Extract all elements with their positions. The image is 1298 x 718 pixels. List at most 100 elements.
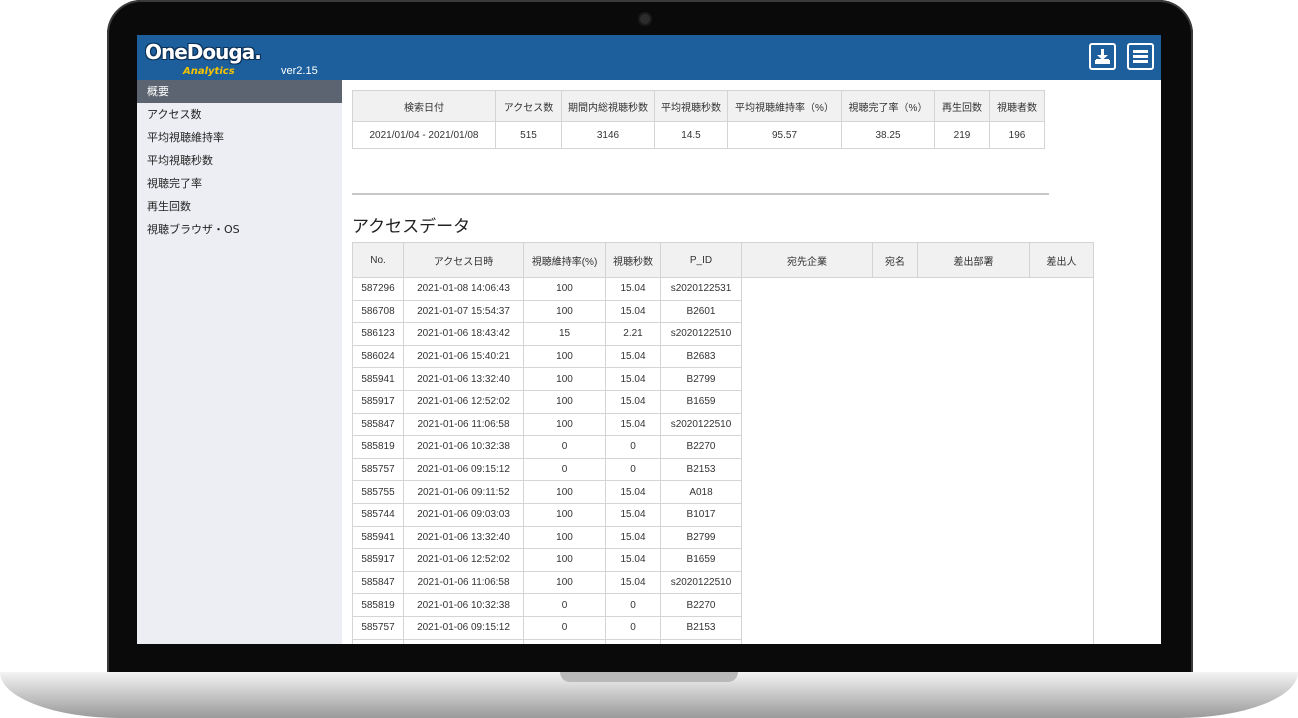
table-cell: 2021-01-06 12:52:02 [403,548,524,572]
summary-cell: 515 [495,121,562,149]
column-header: 差出部署 [917,242,1030,278]
table-cell: 15.04 [605,570,661,595]
table-cell: 15.04 [605,548,661,572]
table-cell: s2020122510 [660,570,742,595]
hamburger-menu-icon [1133,50,1148,63]
table-cell: 585847 [352,570,404,595]
app-logo[interactable]: OneDouga. Analytics [141,38,281,78]
logo-text: OneDouga. [145,40,262,64]
webcam [640,14,650,24]
sidebar-item-browser-os[interactable]: 視聴ブラウザ・OS [137,218,342,241]
sidebar-item-access-count[interactable]: アクセス数 [137,103,342,126]
sidebar-item-completion-rate[interactable]: 視聴完了率 [137,172,342,195]
table-cell: B2270 [660,435,742,459]
table-cell: 2021-01-06 10:32:38 [403,593,524,617]
header-bar: OneDouga. Analytics ver2.15 [137,35,1161,80]
table-cell: 2021-01-06 09:11:52 [403,480,524,504]
table-cell: 2021-01-06 13:32:40 [403,525,524,550]
sidebar-item-overview[interactable]: 概要 [137,80,342,103]
column-header: アクセス数 [495,90,562,122]
table-cell: 0 [605,457,661,482]
column-header: 視聴維持率(%) [523,242,606,278]
table-cell: 100 [523,412,606,437]
table-cell: 100 [523,299,606,324]
table-cell: 15.04 [605,367,661,391]
table-cell: 586123 [352,322,404,346]
table-cell: 2021-01-07 15:54:37 [403,299,524,324]
sidebar-item-play-count[interactable]: 再生回数 [137,195,342,218]
table-cell: 585917 [352,389,404,414]
table-cell: 15.04 [605,638,661,644]
column-header: 平均視聴維持率（%） [727,90,842,122]
table-cell: 585819 [352,593,404,617]
table-cell: 15.04 [605,412,661,437]
table-cell: 100 [523,367,606,391]
summary-header-row: 検索日付 アクセス数 期間内総視聴秒数 平均視聴秒数 平均視聴維持率（%） 視聴… [352,90,1045,122]
column-header: 差出人 [1029,242,1094,278]
table-cell: 0 [523,457,606,482]
menu-button[interactable] [1127,43,1154,70]
table-cell: B2683 [660,344,742,369]
table-cell: 15.04 [605,389,661,414]
table-cell: 585941 [352,525,404,550]
sidebar-item-avg-seconds[interactable]: 平均視聴秒数 [137,149,342,172]
table-cell: 15.04 [605,277,661,301]
summary-cell: 196 [989,121,1045,149]
table-cell: 0 [605,615,661,640]
table-cell: 2021-01-06 18:43:42 [403,322,524,346]
sidebar: 概要 アクセス数 平均視聴維持率 平均視聴秒数 視聴完了率 再生回数 視聴ブラウ… [137,80,342,644]
table-cell: 0 [523,435,606,459]
table-cell: 585847 [352,412,404,437]
table-cell: 2021-01-06 09:15:12 [403,615,524,640]
table-cell: 585755 [352,638,404,644]
table-cell: 100 [523,502,606,527]
app-screen: OneDouga. Analytics ver2.15 概要 アクセス数 平均視… [137,35,1161,644]
column-header: アクセス日時 [403,242,524,278]
column-header: 宛名 [872,242,918,278]
version-label: ver2.15 [281,65,318,77]
column-header: 視聴者数 [989,90,1045,122]
table-cell: 586708 [352,299,404,324]
table-cell: 587296 [352,277,404,301]
table-cell: 0 [523,593,606,617]
download-button[interactable] [1089,43,1116,70]
table-cell: 2021-01-06 09:11:52 [403,638,524,644]
column-header: 宛先企業 [741,242,873,278]
table-cell: B2270 [660,593,742,617]
table-cell: s2020122510 [660,322,742,346]
table-cell: 585757 [352,615,404,640]
access-data-table: No. アクセス日時 視聴維持率(%) 視聴秒数 P_ID 宛先企業 宛名 差出… [352,242,1094,644]
table-cell: 585917 [352,548,404,572]
table-cell: 585755 [352,480,404,504]
column-header: 期間内総視聴秒数 [561,90,655,122]
table-cell: B2153 [660,457,742,482]
table-cell: 15 [523,322,606,346]
table-cell: 100 [523,638,606,644]
table-row: 587296 2021-01-08 14:06:43 100 15.04 s202012… [352,277,1094,644]
table-cell: 0 [605,593,661,617]
table-cell: 15.04 [605,299,661,324]
summary-cell: 38.25 [841,121,935,149]
table-cell: B1017 [660,502,742,527]
table-cell: 2021-01-06 11:06:58 [403,412,524,437]
table-cell: 2.21 [605,322,661,346]
table-cell: 2021-01-06 12:52:02 [403,389,524,414]
table-cell: 585819 [352,435,404,459]
table-cell: 585941 [352,367,404,391]
table-cell: 585757 [352,457,404,482]
table-cell: A018 [660,638,742,644]
table-cell: 15.04 [605,480,661,504]
table-cell: 2021-01-06 13:32:40 [403,367,524,391]
table-cell: B2799 [660,367,742,391]
table-cell: 15.04 [605,344,661,369]
column-header: No. [352,242,404,278]
table-cell: 2021-01-06 09:15:12 [403,457,524,482]
sidebar-item-avg-retention[interactable]: 平均視聴維持率 [137,126,342,149]
table-cell: 2021-01-06 15:40:21 [403,344,524,369]
summary-value-row: 2021/01/04 - 2021/01/08 515 3146 14.5 95… [352,121,1045,149]
table-cell: 100 [523,277,606,301]
table-cell: 586024 [352,344,404,369]
table-cell: 2021-01-06 11:06:58 [403,570,524,595]
column-header: 検索日付 [352,90,496,122]
table-cell: B1659 [660,548,742,572]
